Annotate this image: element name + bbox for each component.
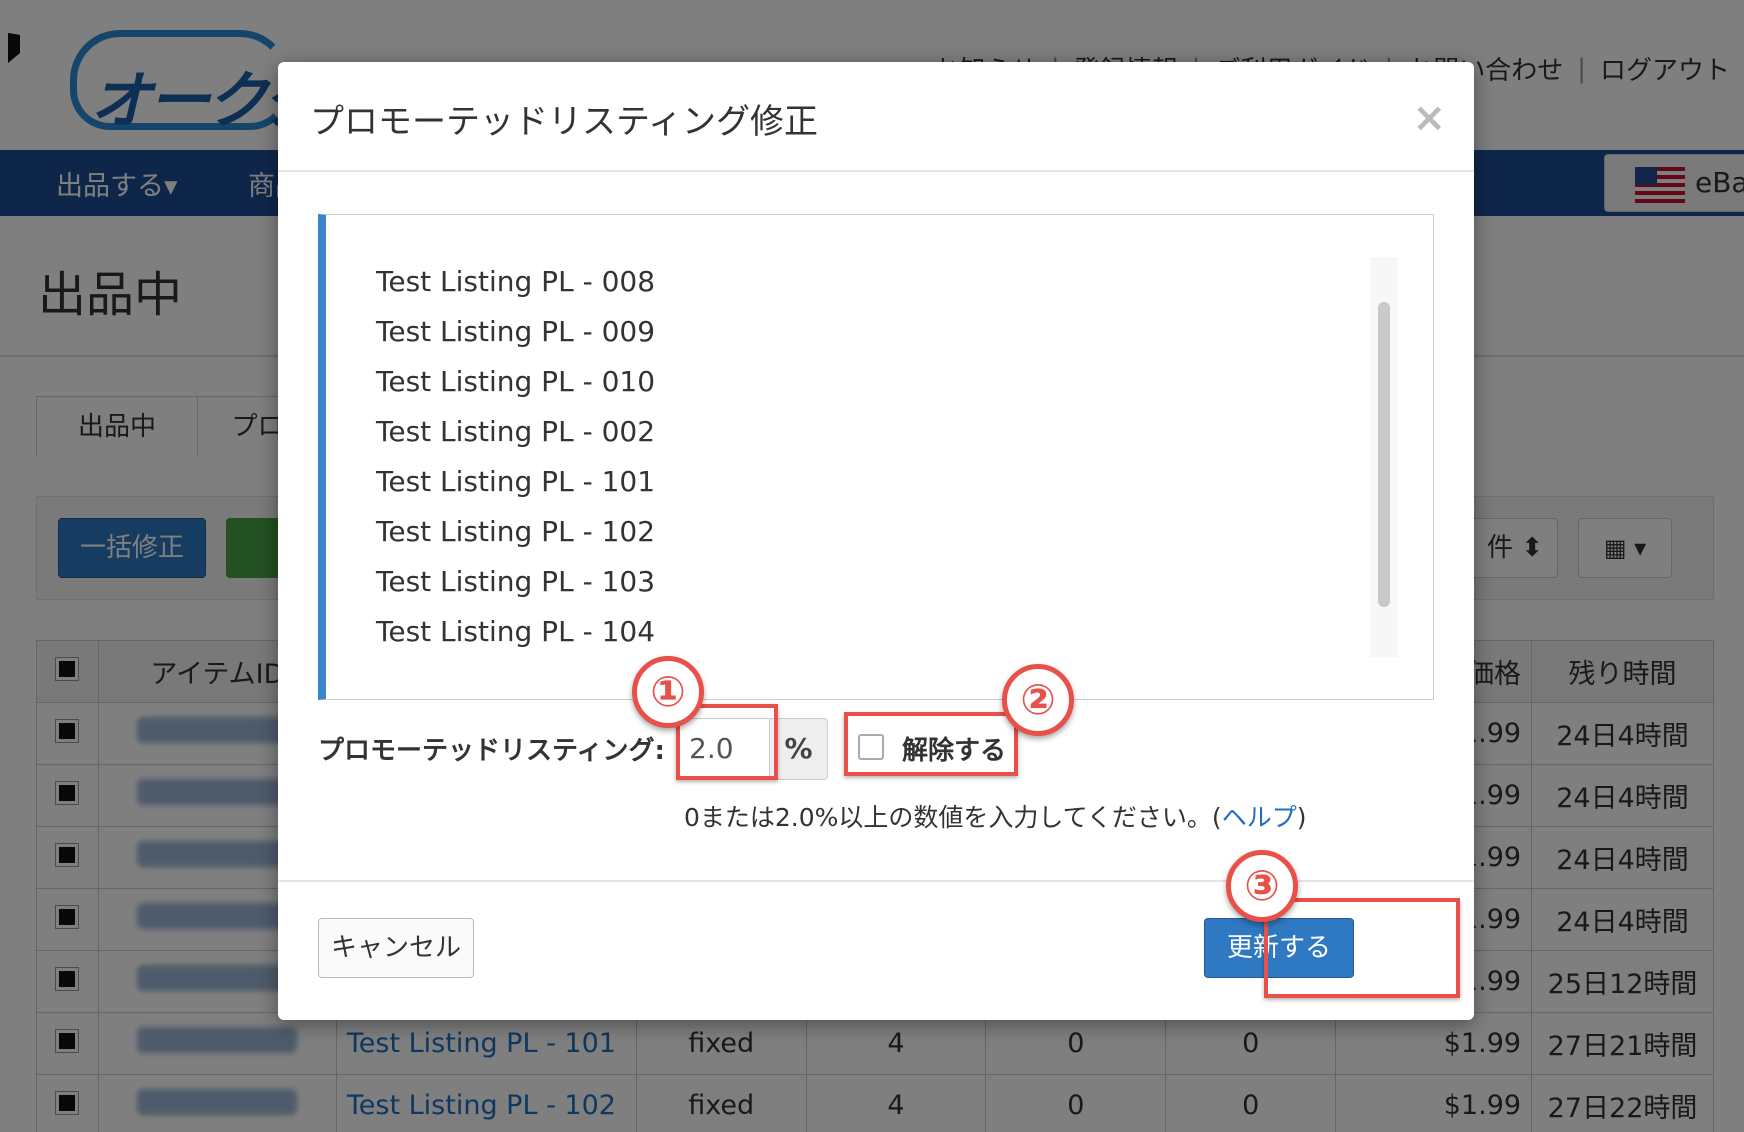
help-text-body: 0または2.0%以上の数値を入力してください。( xyxy=(684,803,1222,832)
help-text-close: ) xyxy=(1296,803,1307,832)
rate-help-text: 0または2.0%以上の数値を入力してください。(ヘルプ) xyxy=(684,798,1306,834)
list-item: Test Listing PL - 104 xyxy=(376,615,656,648)
listing-scrollbar[interactable] xyxy=(1370,257,1398,657)
list-item: Test Listing PL - 102 xyxy=(376,515,656,548)
list-item: Test Listing PL - 008 xyxy=(376,265,656,298)
close-icon[interactable]: × xyxy=(1412,98,1446,138)
step-badge-3: ③ xyxy=(1226,850,1298,922)
selected-listings-box: Test Listing PL - 008 Test Listing PL - … xyxy=(318,214,1434,700)
promoted-listing-label: プロモーテッドリスティング: xyxy=(318,736,665,766)
cancel-button[interactable]: キャンセル xyxy=(318,918,474,978)
help-link[interactable]: ヘルプ xyxy=(1222,803,1297,832)
modal-header: プロモーテッドリスティング修正 × xyxy=(278,62,1474,172)
modal-title: プロモーテッドリスティング修正 xyxy=(310,102,818,142)
step-badge-2: ② xyxy=(1002,664,1074,736)
list-item: Test Listing PL - 010 xyxy=(376,365,656,398)
list-item: Test Listing PL - 103 xyxy=(376,565,656,598)
list-item: Test Listing PL - 002 xyxy=(376,415,656,448)
list-item: Test Listing PL - 101 xyxy=(376,465,656,498)
step-badge-1: ① xyxy=(632,656,704,728)
percent-addon: % xyxy=(770,718,828,780)
scrollbar-thumb[interactable] xyxy=(1378,302,1390,607)
list-item: Test Listing PL - 009 xyxy=(376,315,656,348)
highlight-clear-checkbox xyxy=(844,712,1018,776)
highlight-update-button xyxy=(1264,898,1460,998)
